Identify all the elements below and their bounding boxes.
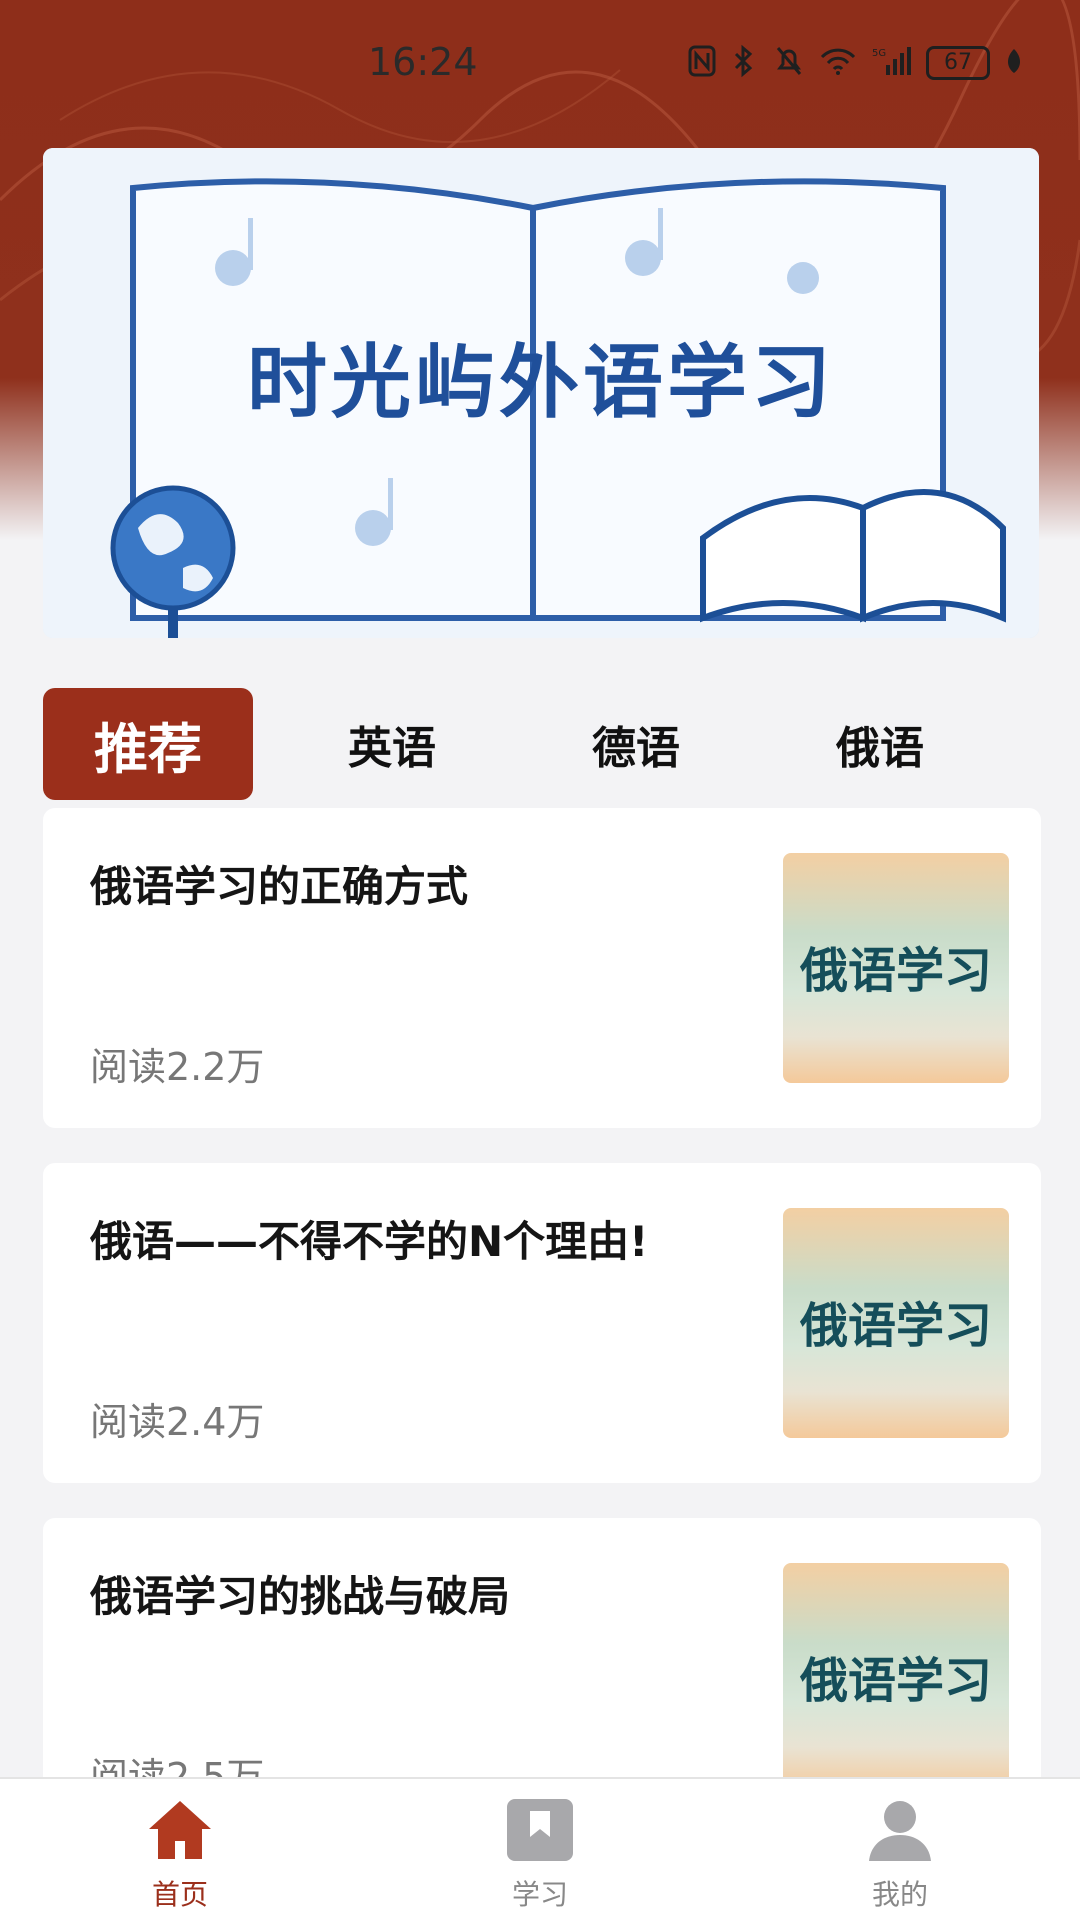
article-read-count: 阅读2.4万 bbox=[90, 1400, 265, 1444]
leaf-icon bbox=[1004, 47, 1024, 79]
article-read-count: 阅读2.2万 bbox=[90, 1045, 265, 1089]
tab-english[interactable]: 英语 bbox=[287, 688, 497, 800]
status-icons: 5G 67 bbox=[688, 44, 1024, 82]
article-title: 俄语学习的挑战与破局 bbox=[90, 1572, 511, 1621]
article-thumbnail: 俄语学习 bbox=[783, 853, 1009, 1083]
nfc-icon bbox=[688, 45, 716, 81]
article-thumbnail: 俄语学习 bbox=[783, 1208, 1009, 1438]
tab-russian[interactable]: 俄语 bbox=[775, 688, 985, 800]
thumbnail-text: 俄语学习 bbox=[799, 1653, 992, 1709]
wifi-icon bbox=[818, 45, 858, 81]
tab-recommend[interactable]: 推荐 bbox=[43, 688, 253, 800]
bookmark-icon bbox=[505, 1797, 575, 1867]
article-card[interactable]: 俄语学习的正确方式 阅读2.2万 俄语学习 bbox=[43, 808, 1041, 1128]
nav-profile[interactable]: 我的 bbox=[720, 1779, 1080, 1920]
home-icon bbox=[145, 1797, 215, 1867]
bottom-navigation: 首页 学习 我的 bbox=[0, 1777, 1080, 1920]
status-time: 16:24 bbox=[368, 40, 478, 84]
bluetooth-icon bbox=[730, 44, 760, 82]
article-card[interactable]: 俄语——不得不学的N个理由! 阅读2.4万 俄语学习 bbox=[43, 1163, 1041, 1483]
article-title: 俄语——不得不学的N个理由! bbox=[90, 1217, 649, 1266]
article-thumbnail: 俄语学习 bbox=[783, 1563, 1009, 1777]
status-bar: 16:24 5G 67 bbox=[0, 0, 1080, 130]
nav-home-label: 首页 bbox=[151, 1878, 208, 1911]
user-icon bbox=[865, 1797, 935, 1867]
banner-title: 时光屿外语学习 bbox=[247, 335, 835, 429]
tab-german[interactable]: 德语 bbox=[531, 688, 741, 800]
thumbnail-text: 俄语学习 bbox=[799, 1298, 992, 1354]
article-card[interactable]: 俄语学习的挑战与破局 阅读2.5万 俄语学习 bbox=[43, 1518, 1041, 1777]
nav-home[interactable]: 首页 bbox=[0, 1779, 360, 1920]
banner[interactable]: 时光屿外语学习 bbox=[43, 148, 1039, 638]
battery-indicator: 67 bbox=[926, 46, 990, 80]
signal-icon: 5G bbox=[872, 45, 912, 81]
book-icon bbox=[700, 489, 1006, 623]
nav-study-label: 学习 bbox=[511, 1878, 568, 1911]
nav-profile-label: 我的 bbox=[871, 1878, 928, 1911]
category-tabs: 推荐 英语 德语 俄语 bbox=[43, 688, 1039, 800]
article-title: 俄语学习的正确方式 bbox=[90, 862, 469, 911]
mute-icon bbox=[774, 44, 804, 82]
svg-text:5G: 5G bbox=[872, 48, 886, 59]
article-read-count: 阅读2.5万 bbox=[90, 1755, 265, 1777]
thumbnail-text: 俄语学习 bbox=[799, 943, 992, 999]
nav-study[interactable]: 学习 bbox=[360, 1779, 720, 1920]
